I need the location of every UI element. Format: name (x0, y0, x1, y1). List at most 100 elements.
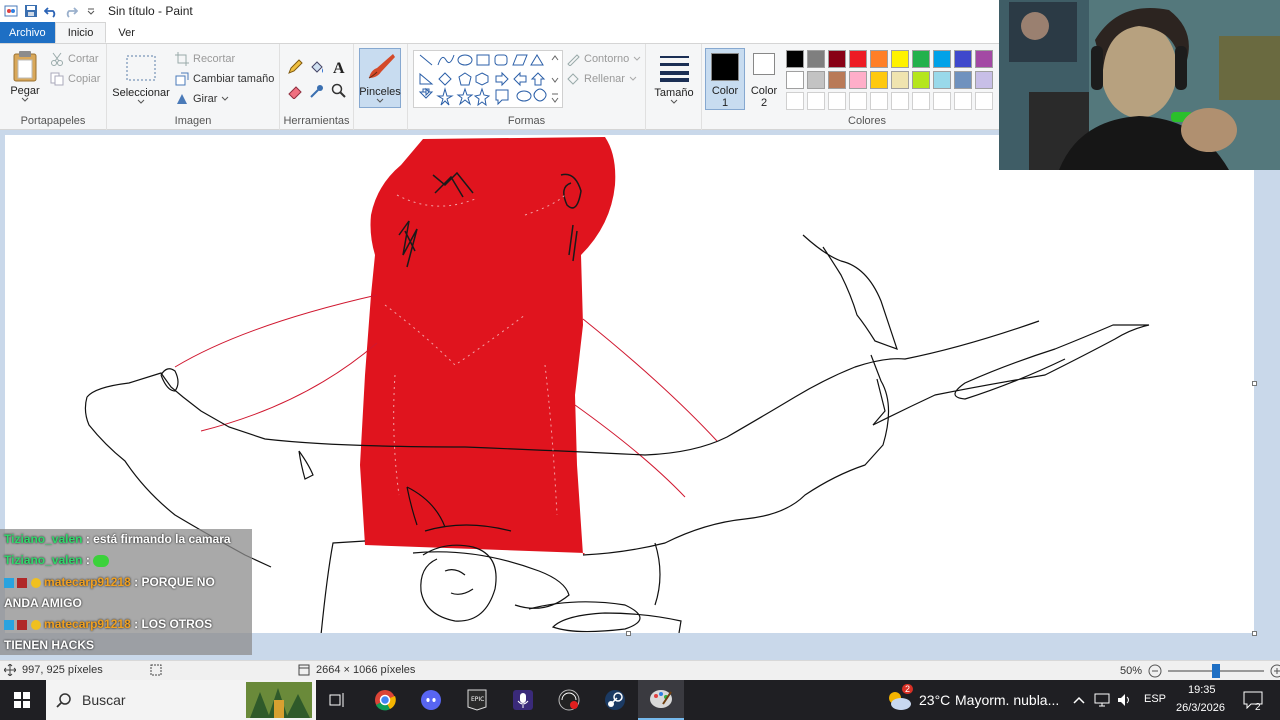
palette-color-swatch[interactable] (912, 92, 930, 110)
svg-text:EPIC: EPIC (471, 696, 484, 703)
palette-color-swatch[interactable] (870, 71, 888, 89)
palette-color-swatch[interactable] (933, 71, 951, 89)
taskbar: Buscar EPIC 2 23°C Mayorm. nubla... ESP … (0, 680, 1280, 720)
palette-color-swatch[interactable] (849, 92, 867, 110)
chat-text: : PORQUE NO (134, 575, 215, 589)
cut-label: Cortar (68, 53, 99, 65)
redo-icon[interactable] (64, 4, 78, 18)
palette-color-swatch[interactable] (870, 92, 888, 110)
magnifier-tool[interactable] (331, 82, 347, 100)
record-icon (558, 689, 580, 711)
palette-color-swatch[interactable] (891, 50, 909, 68)
search-highlight-image (246, 682, 312, 718)
volume-button[interactable] (1114, 680, 1136, 720)
brush-icon (365, 51, 395, 83)
chrome-app[interactable] (368, 680, 402, 720)
steam-app[interactable] (598, 680, 632, 720)
weather-widget[interactable]: 2 (884, 680, 914, 720)
resize-button[interactable]: Cambiar tamaño (175, 70, 274, 88)
tab-view[interactable]: Ver (106, 22, 147, 43)
zoom-slider[interactable] (1168, 664, 1265, 678)
cut-button[interactable]: Cortar (50, 50, 99, 68)
palette-color-swatch[interactable] (954, 71, 972, 89)
zoom-slider-thumb[interactable] (1212, 664, 1221, 678)
paint-palette-icon (650, 690, 672, 708)
palette-color-swatch[interactable] (912, 71, 930, 89)
palette-color-swatch[interactable] (933, 50, 951, 68)
notifications-button[interactable]: 2 (1238, 680, 1268, 720)
tab-file[interactable]: Archivo (0, 22, 55, 43)
network-button[interactable] (1092, 680, 1114, 720)
tab-home[interactable]: Inicio (54, 22, 107, 43)
show-hidden-icons[interactable] (1070, 680, 1088, 720)
color-picker-tool[interactable] (309, 82, 325, 100)
zoom-out-icon[interactable] (1148, 664, 1162, 678)
chevron-up-icon (1073, 696, 1085, 704)
palette-color-swatch[interactable] (828, 71, 846, 89)
zoom-in-icon[interactable] (1270, 664, 1280, 678)
palette-color-swatch[interactable] (975, 71, 993, 89)
color1-button[interactable]: Color 1 (705, 48, 745, 110)
shapes-scroll[interactable] (550, 50, 560, 108)
rotate-button[interactable]: Girar (175, 90, 229, 108)
clock-time[interactable]: 19:35 (1188, 684, 1216, 696)
fill-tool[interactable] (309, 58, 325, 76)
color2-button[interactable]: Color 2 (748, 50, 780, 109)
pencil-tool[interactable] (287, 58, 303, 76)
palette-color-swatch[interactable] (786, 71, 804, 89)
palette-color-swatch[interactable] (975, 50, 993, 68)
palette-color-swatch[interactable] (828, 92, 846, 110)
clock-date[interactable]: 26/3/2026 (1176, 702, 1225, 714)
palette-color-swatch[interactable] (870, 50, 888, 68)
select-button[interactable]: Seleccionar (112, 52, 170, 105)
palette-color-swatch[interactable] (933, 92, 951, 110)
network-icon (1094, 693, 1110, 707)
taskbar-search[interactable]: Buscar (46, 680, 316, 720)
resize-handle-corner[interactable] (1252, 631, 1257, 636)
resize-handle-bottom[interactable] (626, 631, 631, 636)
palette-color-swatch[interactable] (912, 50, 930, 68)
palette-color-swatch[interactable] (954, 92, 972, 110)
palette-color-swatch[interactable] (849, 71, 867, 89)
obs-app[interactable] (506, 680, 540, 720)
palette-color-swatch[interactable] (828, 50, 846, 68)
eraser-icon (288, 86, 302, 99)
resize-handle-right[interactable] (1252, 381, 1257, 386)
weather-temperature[interactable]: 23°C (919, 692, 950, 708)
palette-color-swatch[interactable] (954, 50, 972, 68)
crop-button[interactable]: Recortar (175, 50, 235, 68)
speaker-icon (1118, 694, 1129, 706)
palette-color-swatch[interactable] (786, 50, 804, 68)
palette-color-swatch[interactable] (807, 50, 825, 68)
palette-color-swatch[interactable] (807, 92, 825, 110)
start-button[interactable] (0, 680, 44, 720)
size-button[interactable]: Tamaño (652, 52, 696, 105)
paint-app-icon[interactable] (4, 4, 18, 18)
paste-button[interactable]: Pegar (6, 50, 44, 103)
outline-button[interactable]: Contorno (566, 50, 641, 68)
task-view-button[interactable] (322, 680, 352, 720)
brushes-label: Pinceles (359, 86, 401, 98)
brushes-button[interactable]: Pinceles (359, 48, 401, 108)
palette-color-swatch[interactable] (786, 92, 804, 110)
fill-button[interactable]: Rellenar (566, 70, 637, 88)
discord-app[interactable] (414, 680, 448, 720)
palette-color-swatch[interactable] (891, 71, 909, 89)
customize-qat-icon[interactable] (84, 4, 98, 18)
palette-color-swatch[interactable] (891, 92, 909, 110)
save-icon[interactable] (24, 4, 38, 18)
image-size-text: 2664 × 1066 píxeles (316, 664, 416, 676)
palette-color-swatch[interactable] (807, 71, 825, 89)
paint-app-active[interactable] (638, 680, 684, 720)
palette-color-swatch[interactable] (849, 50, 867, 68)
color1-number: 1 (721, 97, 729, 109)
palette-color-swatch[interactable] (975, 92, 993, 110)
eraser-tool[interactable] (287, 82, 303, 100)
weather-description[interactable]: Mayorm. nubla... (955, 692, 1059, 708)
epic-games-app[interactable]: EPIC (460, 680, 494, 720)
recording-app[interactable] (552, 680, 586, 720)
undo-icon[interactable] (44, 4, 58, 18)
copy-button[interactable]: Copiar (50, 70, 100, 88)
language-indicator[interactable]: ESP (1144, 693, 1166, 705)
text-tool[interactable]: A (331, 58, 347, 76)
